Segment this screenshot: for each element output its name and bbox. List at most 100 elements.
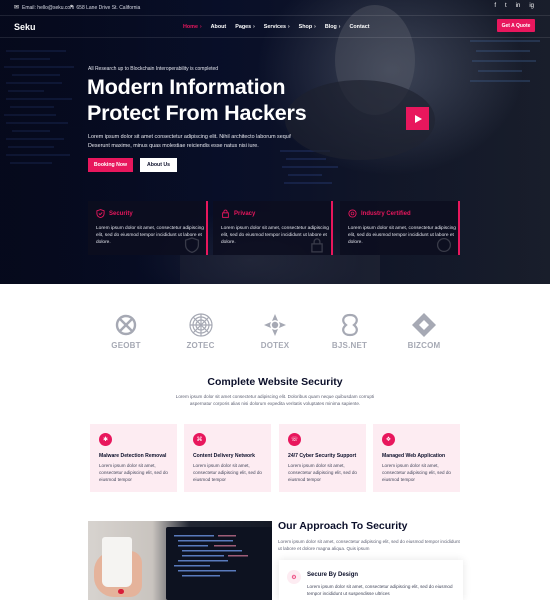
topbar-address-text: 658 Lane Drive St. California (76, 4, 141, 11)
feature-card-industry-certified: Industry Certified Lorem ipsum dolor sit… (340, 201, 460, 255)
service-card-support[interactable]: ☏ 24/7 Cyber Security Support Lorem ipsu… (279, 424, 366, 492)
play-video-button[interactable] (406, 107, 429, 130)
red-nail (118, 589, 124, 594)
twitter-icon[interactable]: t (505, 3, 507, 9)
facebook-icon[interactable]: f (494, 3, 496, 9)
nav-item-home[interactable]: Home › (183, 24, 202, 30)
brand-name: BIZCOM (407, 341, 441, 350)
brand-geobt: GEOBT (100, 312, 152, 352)
feature-card-security: Security Lorem ipsum dolor sit amet, con… (88, 201, 208, 255)
hero-eyebrow: All Research up to Blockchain Interopera… (88, 66, 219, 72)
brand-bizcom: BIZCOM (398, 312, 450, 352)
chevron-right-icon: › (287, 24, 290, 30)
feature-card-header: Security (96, 209, 133, 218)
about-us-button[interactable]: About Us (140, 158, 177, 172)
topbar-email[interactable]: ✉ Email: hello@seku.com (14, 4, 75, 12)
approach-description: Lorem ipsum dolor sit amet, consectetur … (278, 539, 460, 551)
topbar-address: ⌖ 658 Lane Drive St. California (70, 4, 140, 11)
feature-card-privacy: Privacy Lorem ipsum dolor sit amet, cons… (213, 201, 333, 255)
security-section-title: Complete Website Security (207, 376, 343, 388)
secure-design-icon: ⚙ (287, 570, 301, 584)
service-card-cdn[interactable]: ⌘ Content Delivery Network Lorem ipsum d… (184, 424, 271, 492)
feature-card-title: Industry Certified (361, 210, 411, 217)
get-a-quote-button[interactable]: Get A Quote (497, 19, 535, 32)
nav-item-services[interactable]: Services › (264, 24, 290, 30)
play-icon (415, 114, 422, 123)
service-card-title: Malware Detection Removal (99, 453, 167, 459)
network-icon: ⌘ (193, 433, 206, 446)
bug-icon: ✱ (99, 433, 112, 446)
service-card-title: Content Delivery Network (193, 453, 255, 459)
nav-item-contact[interactable]: Contact (349, 24, 369, 30)
location-pin-icon: ⌖ (70, 4, 74, 10)
security-section-description: Lorem ipsum dolor sit amet consectetur a… (175, 394, 375, 406)
linkedin-icon[interactable]: in (516, 3, 521, 9)
booking-now-button[interactable]: Booking Now (88, 158, 133, 172)
brand-name: DOTEX (260, 341, 290, 350)
service-card-description: Lorem ipsum dolor sit amet, consectetur … (288, 463, 357, 482)
main-menu: Home › About Pages › Services › Shop › Blog ›… (183, 24, 370, 30)
main-navbar: Seku Home › About Pages › Services › Shop › … (0, 16, 550, 38)
social-links: f t in ig (494, 3, 534, 9)
secure-by-design-card: ⚙ Secure By Design Lorem ipsum dolor sit… (279, 560, 463, 600)
nav-item-label: About (210, 24, 227, 30)
instagram-icon[interactable]: ig (529, 3, 534, 9)
nav-item-label: Pages (235, 24, 252, 30)
bizcom-logo-icon (412, 313, 436, 337)
lock-watermark-icon (311, 238, 323, 253)
service-card-web-app[interactable]: ❖ Managed Web Application Lorem ipsum do… (373, 424, 460, 492)
feature-cards: Security Lorem ipsum dolor sit amet, con… (88, 201, 463, 255)
nav-item-about[interactable]: About (211, 24, 227, 30)
feature-card-header: Industry Certified (348, 209, 411, 218)
hero-title: Modern Information Protect From Hackers (87, 74, 347, 126)
hero-title-line-1: Modern Information (87, 75, 286, 99)
chevron-right-icon: › (253, 24, 255, 30)
support-icon: ☏ (288, 433, 301, 446)
shield-check-icon (96, 209, 105, 218)
nav-item-label: Services (263, 24, 286, 30)
mail-icon: ✉ (14, 5, 20, 11)
brand-logos: GEOBT ZOTEC DOTEX BJS.NET BIZCOM (100, 312, 450, 352)
design-card-title: Secure By Design (307, 572, 359, 578)
brand-dotex: DOTEX (249, 312, 301, 352)
lock-icon (222, 209, 229, 218)
hero-title-line-2: Protect From Hackers (87, 101, 307, 125)
page: ✉ Email: hello@seku.com ⌖ 658 Lane Drive… (0, 0, 550, 600)
nav-item-label: Blog (324, 24, 337, 30)
hero-description: Lorem ipsum dolor sit amet consectetur a… (88, 134, 292, 149)
feature-card-title: Privacy (234, 210, 256, 217)
brand-zotec: ZOTEC (175, 312, 227, 352)
nav-item-shop[interactable]: Shop › (299, 24, 316, 30)
shield-watermark-icon (184, 237, 200, 253)
top-bar: ✉ Email: hello@seku.com ⌖ 658 Lane Drive… (0, 0, 550, 16)
brand-name: GEOBT (111, 341, 141, 350)
service-card-title: Managed Web Application (382, 453, 446, 459)
brand-bjs-net: BJS.NET (324, 312, 376, 352)
nav-item-pages[interactable]: Pages › (235, 24, 255, 30)
code-on-screen (174, 535, 248, 577)
brand-name: ZOTEC (186, 341, 215, 350)
service-card-title: 24/7 Cyber Security Support (288, 453, 357, 459)
brand-name: BJS.NET (331, 341, 368, 350)
chevron-right-icon: › (314, 24, 316, 30)
services-grid: ✱ Malware Detection Removal Lorem ipsum … (90, 424, 460, 492)
feature-card-header: Privacy (221, 209, 255, 218)
certificate-watermark-icon (436, 237, 452, 253)
feature-card-title: Security (109, 210, 133, 217)
web-app-icon: ❖ (382, 433, 395, 446)
approach-photo (88, 521, 272, 600)
design-card-description: Lorem ipsum dolor sit amet, consectetur … (307, 584, 453, 596)
nav-item-blog[interactable]: Blog › (325, 24, 341, 30)
site-logo[interactable]: Seku (14, 22, 36, 32)
bjs-net-logo-icon (341, 313, 358, 337)
nav-item-label: Shop (298, 24, 313, 30)
service-card-description: Lorem ipsum dolor sit amet, consectetur … (382, 463, 451, 482)
coffee-cup (102, 537, 132, 587)
approach-title: Our Approach To Security (278, 520, 408, 532)
zotec-logo-icon (188, 313, 213, 337)
hero-section: ✉ Email: hello@seku.com ⌖ 658 Lane Drive… (0, 0, 550, 284)
service-card-malware[interactable]: ✱ Malware Detection Removal Lorem ipsum … (90, 424, 177, 492)
topbar-email-text: Email: hello@seku.com (22, 4, 75, 11)
geobt-logo-icon (115, 314, 137, 336)
chevron-right-icon: › (338, 24, 341, 30)
